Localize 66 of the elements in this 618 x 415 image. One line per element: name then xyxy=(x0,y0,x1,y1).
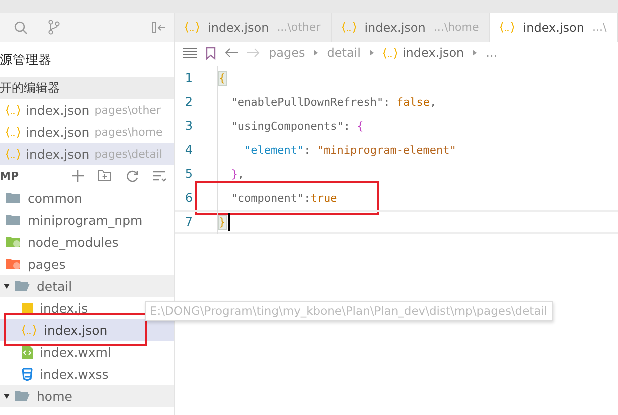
list-icon[interactable] xyxy=(183,48,197,58)
forward-arrow-icon xyxy=(247,48,260,58)
code-line: "usingComponents": { xyxy=(217,114,364,138)
line-number: 4 xyxy=(184,143,194,157)
folder-icon xyxy=(6,214,21,226)
code-line: "component":true xyxy=(217,186,338,210)
json-file-icon xyxy=(342,22,357,33)
line-number: 5 xyxy=(184,167,194,181)
branch-icon[interactable] xyxy=(48,20,60,35)
line-number: 1 xyxy=(184,71,194,85)
chevron-icon xyxy=(473,50,478,56)
json-file-icon xyxy=(382,48,398,58)
editor-tab[interactable]: index.json ...\ xyxy=(490,13,618,42)
css-file-icon xyxy=(22,368,33,380)
json-file-icon xyxy=(6,148,21,160)
chevron-icon xyxy=(314,50,318,56)
code-line: { xyxy=(217,66,227,90)
json-file-icon xyxy=(185,22,200,33)
file-tree-item[interactable]: index.wxss xyxy=(0,363,174,385)
folder-icon xyxy=(6,258,21,270)
file-tree-item[interactable]: node_modules xyxy=(0,231,174,253)
file-tree-item[interactable]: common xyxy=(0,187,174,209)
editor-tab[interactable]: index.json ...\other xyxy=(175,13,332,42)
expand-arrow-icon xyxy=(4,284,10,288)
file-tree-item[interactable]: miniprogram_npm xyxy=(0,209,174,231)
open-folder-icon xyxy=(15,390,30,402)
folder-icon xyxy=(6,236,21,248)
collapse-all-icon[interactable] xyxy=(153,170,166,182)
json-file-icon xyxy=(6,104,21,116)
file-tree-item[interactable]: pages xyxy=(0,253,174,275)
line-number: 7 xyxy=(184,215,194,229)
open-editor-item[interactable]: index.json pages\detail xyxy=(0,143,174,165)
js-file-icon xyxy=(22,302,33,314)
file-tree-item[interactable]: detail xyxy=(0,275,174,297)
line-number: 3 xyxy=(184,119,194,133)
code-line: "element": "miniprogram-element" xyxy=(217,138,456,162)
new-file-icon[interactable] xyxy=(72,170,84,182)
file-tree-item[interactable]: home xyxy=(0,385,174,407)
search-icon[interactable] xyxy=(14,20,28,34)
line-number: 6 xyxy=(184,191,194,205)
collapse-panel-icon[interactable] xyxy=(152,22,166,34)
chevron-icon xyxy=(370,50,374,56)
back-arrow-icon[interactable] xyxy=(225,48,238,58)
code-line: "enablePullDownRefresh": false, xyxy=(217,90,437,114)
open-folder-icon xyxy=(15,280,30,292)
breadcrumb-item[interactable]: index.json xyxy=(402,46,464,60)
line-number: 2 xyxy=(184,95,194,109)
expand-arrow-icon xyxy=(4,394,10,398)
path-tooltip: E:\DONG\Program\ting\my_kbone\Plan\Plan_dev\dist\mp\pages\detail xyxy=(145,301,553,321)
refresh-icon[interactable] xyxy=(126,170,139,182)
json-file-icon xyxy=(22,324,37,336)
code-line: }, xyxy=(217,162,244,186)
file-tree-item[interactable]: index.json xyxy=(0,319,174,341)
section-title: 开的编辑器 xyxy=(0,77,174,99)
folder-icon xyxy=(6,192,21,204)
bookmark-icon[interactable] xyxy=(206,46,216,60)
panel-title: 源管理器 xyxy=(0,51,53,69)
open-editor-item[interactable]: index.json pages\other xyxy=(0,99,174,121)
wxml-file-icon xyxy=(22,346,33,358)
code-line: } xyxy=(217,210,230,234)
json-file-icon xyxy=(500,22,516,33)
new-folder-icon[interactable] xyxy=(98,170,112,182)
json-file-icon xyxy=(6,126,21,138)
open-editor-item[interactable]: index.json pages\home xyxy=(0,121,174,143)
file-tree-item[interactable]: index.wxml xyxy=(0,341,174,363)
section-title: MP xyxy=(0,170,20,182)
